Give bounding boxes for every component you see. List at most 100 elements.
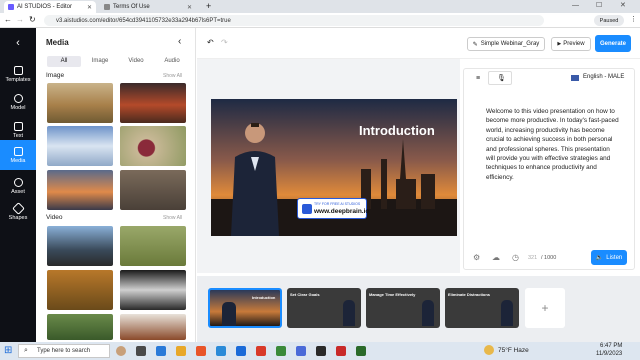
tab-terms[interactable]: Terms Of Use ✕: [100, 1, 196, 13]
generate-button[interactable]: Generate: [595, 35, 631, 52]
badge-url: www.deepbrain.io: [314, 208, 370, 215]
profile-button[interactable]: Paused: [594, 15, 624, 26]
media-video-thumbnail[interactable]: [120, 314, 186, 340]
media-image-thumbnail[interactable]: [120, 126, 186, 166]
slide-canvas[interactable]: Introduction TRY FOR FREE AI STUDIOS www…: [211, 99, 457, 236]
file-explorer-icon[interactable]: [176, 346, 186, 356]
nav-label: Shapes: [8, 214, 28, 221]
media-tab-video[interactable]: Video: [119, 56, 153, 67]
weather-text[interactable]: 75°F Haze: [498, 347, 529, 354]
media-video-thumbnail[interactable]: [120, 226, 186, 266]
task-view-icon[interactable]: [136, 346, 146, 356]
app-icon[interactable]: [256, 346, 266, 356]
media-image-thumbnail[interactable]: [47, 170, 113, 210]
edge-icon[interactable]: [156, 346, 166, 356]
close-tab-icon[interactable]: ✕: [187, 4, 192, 11]
forward-icon[interactable]: →: [16, 15, 24, 24]
media-video-thumbnail[interactable]: [47, 226, 113, 266]
app-icon[interactable]: [296, 346, 306, 356]
app-icon[interactable]: [316, 346, 326, 356]
media-video-thumbnail[interactable]: [47, 270, 113, 310]
model-icon: [13, 93, 23, 103]
clock-icon[interactable]: ◷: [512, 253, 519, 262]
preview-button[interactable]: ▶ Preview: [551, 37, 591, 51]
image-show-all-link[interactable]: Show All: [163, 73, 182, 79]
tab-editor[interactable]: AI STUDIOS - Editor ✕: [4, 1, 96, 13]
media-image-thumbnail[interactable]: [47, 83, 113, 123]
clock-time[interactable]: 6:47 PM: [600, 343, 622, 349]
search-placeholder: Type here to search: [37, 348, 91, 354]
close-window-icon[interactable]: ✕: [620, 1, 626, 9]
back-icon[interactable]: ←: [4, 15, 12, 24]
undo-icon[interactable]: ↶: [207, 38, 214, 47]
maximize-icon[interactable]: ☐: [596, 1, 602, 9]
char-count: 321: [528, 255, 538, 261]
store-icon[interactable]: [216, 346, 226, 356]
audio-mode-tab[interactable]: 🎙: [488, 71, 512, 85]
nav-label: Templates: [5, 76, 31, 83]
shapes-icon: [11, 201, 25, 215]
script-text[interactable]: Welcome to this video presentation on ho…: [486, 107, 620, 182]
video-show-all-link[interactable]: Show All: [163, 215, 182, 221]
project-name-field[interactable]: ✎ Simple Webinar_Gray: [467, 37, 545, 51]
image-section-heading: Image: [46, 72, 65, 79]
scene-thumbnail[interactable]: Manage Time Effectively: [366, 288, 440, 328]
aistudios-favicon-icon: [8, 4, 14, 10]
collapse-panel-icon[interactable]: ‹: [178, 36, 181, 47]
add-scene-button[interactable]: +: [525, 288, 565, 328]
url-field[interactable]: v3.aistudios.com/editor/654cd3941105732e…: [44, 15, 544, 26]
scene-thumbnail[interactable]: Set Clear Goals: [287, 288, 361, 328]
text-icon: [13, 121, 23, 131]
media-image-thumbnail[interactable]: [120, 83, 186, 123]
panel-title: Media: [46, 38, 69, 47]
badge-caption: TRY FOR FREE AI STUDIOS: [314, 202, 361, 206]
asset-icon: [13, 177, 23, 187]
play-icon: ▶: [557, 41, 562, 47]
media-video-thumbnail[interactable]: [47, 314, 113, 340]
media-image-thumbnail[interactable]: [120, 170, 186, 210]
profile-status: Paused: [599, 17, 619, 24]
scene-thumbnail[interactable]: Eliminate Distractions: [445, 288, 519, 328]
text-mode-icon[interactable]: ≡: [476, 75, 480, 82]
gesture-icon[interactable]: ☁: [492, 253, 500, 262]
firefox-icon[interactable]: [196, 346, 206, 356]
scene-thumbnail[interactable]: Introduction: [208, 288, 282, 328]
new-tab-button[interactable]: +: [206, 1, 211, 11]
deepbrain-badge[interactable]: TRY FOR FREE AI STUDIOS www.deepbrain.io: [297, 198, 370, 219]
word-icon[interactable]: [236, 346, 246, 356]
minimize-icon[interactable]: —: [572, 2, 579, 9]
taskbar-search-field[interactable]: ⌕ Type here to search: [18, 344, 110, 358]
reload-icon[interactable]: ↻: [29, 15, 36, 24]
redo-icon[interactable]: ↷: [221, 38, 228, 47]
close-tab-icon[interactable]: ✕: [87, 4, 92, 11]
menu-icon[interactable]: ⋮: [630, 15, 637, 23]
preview-label: Preview: [563, 41, 585, 47]
listen-button[interactable]: 🔈 Listen: [591, 250, 627, 265]
slide-title[interactable]: Introduction: [359, 123, 435, 138]
speaker-icon: 🔈: [595, 255, 604, 261]
media-image-thumbnail[interactable]: [47, 126, 113, 166]
app-icon[interactable]: [336, 346, 346, 356]
media-tab-image[interactable]: Image: [83, 56, 117, 67]
avatar: [222, 302, 236, 326]
avatar-icon[interactable]: [116, 346, 126, 356]
avatar: [422, 300, 434, 326]
browser-address-bar: ← → ↻ v3.aistudios.com/editor/654cd39411…: [0, 13, 640, 28]
nav-shapes[interactable]: Shapes: [0, 196, 36, 228]
scene-title: Set Clear Goals: [290, 292, 320, 297]
media-video-thumbnail[interactable]: [120, 270, 186, 310]
app-icon[interactable]: [356, 346, 366, 356]
windows-start-icon[interactable]: ⊞: [4, 345, 12, 356]
settings-icon[interactable]: ⚙: [473, 253, 480, 262]
chrome-icon[interactable]: [276, 346, 286, 356]
windows-taskbar: ⊞ ⌕ Type here to search 75°F Haze 6:47 P…: [0, 342, 640, 360]
nav-label: Asset: [11, 188, 25, 195]
media-tab-all[interactable]: All: [47, 56, 81, 67]
nav-media[interactable]: Media: [0, 140, 36, 170]
language-selector[interactable]: English - MALE: [583, 74, 624, 80]
media-tab-audio[interactable]: Audio: [155, 56, 189, 67]
clock-date[interactable]: 11/9/2023: [596, 351, 622, 357]
nav-label: Text: [12, 132, 24, 139]
back-chevron-icon[interactable]: ‹: [0, 28, 36, 58]
nav-label: Model: [10, 104, 26, 111]
